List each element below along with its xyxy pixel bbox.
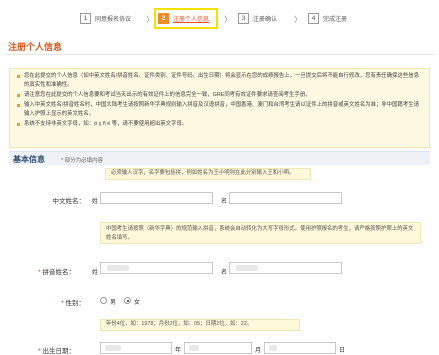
chinese-name-label: 中文姓名： xyxy=(52,198,86,205)
birth-year-input[interactable] xyxy=(100,342,172,354)
pinyin-name-hint: 中国考生请按照（新华字典）的规范输入拼音，系统会自动转化为大写字母形式。使用护照… xyxy=(100,222,421,244)
step-complete: 4 完成注册 xyxy=(308,11,347,25)
step-number: 4 xyxy=(308,12,319,24)
step-agreement: 1 同意报名协议 xyxy=(80,11,131,25)
surname-label: 姓 xyxy=(92,270,99,276)
gender-female-radio[interactable] xyxy=(124,297,131,304)
chinese-name-hint: 必须输入汉字，名字要包括拼，例如姓名为王小明则在此分别输入王和小明。 xyxy=(105,168,311,180)
birth-date-label: * 出生日期： xyxy=(38,348,75,355)
gender-male-label: 男 xyxy=(110,300,117,306)
notice-item: 输入中英文姓名/拼音姓名时，中国大陆考生请按照新华字典规则输入拼音及汉语拼音，中… xyxy=(16,101,423,119)
chinese-surname-input[interactable] xyxy=(100,192,213,204)
pinyin-name-label: * 拼音姓名： xyxy=(38,269,75,276)
step-confirm: 3 注册确认 xyxy=(238,11,277,25)
pinyin-given-name-input[interactable] xyxy=(229,262,342,274)
notice-item: 请注意您在此提交的个人信息要和考试当天出示的有效证件上的信息完全一致，GRE同考… xyxy=(16,91,423,100)
step-number: 1 xyxy=(80,12,91,24)
notice-box: 您在此提交的个人信息（如中英文姓名/拼音姓名、证件类别、证件号码、出生日期）将会… xyxy=(9,68,430,148)
notice-item: 您在此提交的个人信息（如中英文姓名/拼音姓名、证件类别、证件号码、出生日期）将会… xyxy=(16,72,423,90)
step-register-info: 2 注册个人信息 xyxy=(158,11,209,25)
step-label: 同意报名协议 xyxy=(95,16,132,23)
step-label: 完成注册 xyxy=(323,16,348,23)
birth-date-hint: 年份4位，如：1978；月份2位，如：05；日期2位，如：22。 xyxy=(100,319,300,331)
given-name-label: 名 xyxy=(221,199,228,205)
gender-male-radio[interactable] xyxy=(100,297,107,304)
step-separator: 〉 xyxy=(146,15,154,24)
progress-steps: 1 同意报名协议 〉 2 注册个人信息 〉 3 注册确认 〉 4 完成注册 xyxy=(0,8,439,30)
step-separator: 〉 xyxy=(294,15,302,24)
gender-female-label: 女 xyxy=(134,300,141,306)
notice-item: 系统不支持非英文字母，如：ö ç ñ é 等，请不要使用超出英文字母。 xyxy=(16,120,423,129)
pinyin-surname-input[interactable] xyxy=(100,262,213,274)
page-title: 注册个人信息 xyxy=(8,42,63,52)
divider xyxy=(4,54,434,55)
step-number: 3 xyxy=(238,12,249,24)
given-name-label: 名 xyxy=(221,270,228,276)
section-title: 基本信息 xyxy=(13,155,45,164)
section-header: 基本信息 * 部分为必填内容 xyxy=(9,151,430,165)
surname-label: 姓 xyxy=(92,199,99,205)
step-label: 注册确认 xyxy=(253,16,278,23)
step-separator: 〉 xyxy=(224,15,232,24)
step-label: 注册个人信息 xyxy=(173,16,210,23)
gender-label: * 性别： xyxy=(61,300,85,307)
section-subtitle: * 部分为必填内容 xyxy=(61,158,104,164)
birth-month-input[interactable] xyxy=(184,342,252,354)
chinese-given-name-input[interactable] xyxy=(229,192,342,204)
step-number: 2 xyxy=(158,12,169,24)
birth-day-input[interactable] xyxy=(264,342,336,354)
